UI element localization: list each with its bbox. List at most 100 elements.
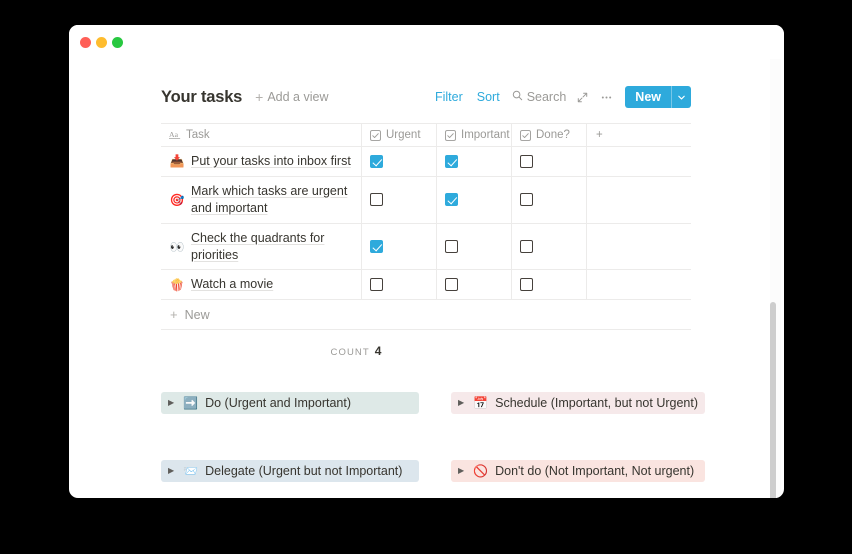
task-title: Watch a movie	[191, 277, 274, 292]
table-row[interactable]: 👀 Check the quadrants for priorities	[161, 223, 691, 271]
column-header-important[interactable]: Important	[436, 124, 511, 146]
quadrant-do[interactable]: ▶ ➡️ Do (Urgent and Important)	[161, 392, 419, 415]
task-cell[interactable]: 🍿 Watch a movie	[161, 270, 361, 299]
urgent-checkbox[interactable]	[370, 278, 383, 292]
done-checkbox[interactable]	[520, 278, 533, 292]
empty-cell	[586, 147, 691, 176]
new-row-label: New	[184, 307, 210, 322]
urgent-cell[interactable]	[361, 176, 436, 223]
done-cell[interactable]	[511, 223, 586, 270]
important-cell[interactable]	[436, 223, 511, 270]
important-cell[interactable]	[436, 147, 511, 176]
urgent-checkbox[interactable]	[370, 193, 383, 207]
urgent-checkbox[interactable]	[370, 154, 383, 168]
important-checkbox[interactable]	[445, 154, 458, 168]
new-row-button[interactable]: + New	[161, 300, 691, 331]
quadrant-list: ▶ ➡️ Do (Urgent and Important) ▶ 📅 Sched…	[161, 392, 705, 483]
column-header-important-label: Important	[461, 129, 510, 141]
done-cell[interactable]	[511, 147, 586, 176]
column-header-done[interactable]: Done?	[511, 124, 586, 146]
maximize-window-button[interactable]	[112, 37, 123, 48]
task-title: Put your tasks into inbox first	[191, 154, 351, 168]
chevron-right-icon[interactable]: ▶	[168, 467, 174, 475]
incoming-envelope-emoji: 📨	[183, 464, 199, 479]
task-table: Aa Task Urgent Important Done? + 📥 Put y…	[161, 123, 691, 358]
task-cell[interactable]: 👀 Check the quadrants for priorities	[161, 224, 361, 270]
done-checkbox[interactable]	[520, 193, 533, 207]
count-value: 4	[374, 344, 382, 359]
sort-button[interactable]: Sort	[470, 87, 507, 107]
quadrant-dont-do[interactable]: ▶ 🚫 Don't do (Not Important, Not urgent)	[451, 460, 705, 483]
page-title: Your tasks	[161, 87, 243, 106]
calendar-emoji: 📅	[473, 396, 489, 411]
view-header: Your tasks + Add a view Filter Sort Sear…	[161, 80, 691, 114]
new-dropdown-button[interactable]	[671, 86, 691, 108]
done-checkbox[interactable]	[520, 154, 533, 168]
eyes-emoji: 👀	[169, 239, 185, 254]
minimize-window-button[interactable]	[96, 37, 107, 48]
chevron-right-icon[interactable]: ▶	[458, 399, 464, 407]
search-button[interactable]: Search	[507, 87, 572, 107]
quadrant-schedule[interactable]: ▶ 📅 Schedule (Important, but not Urgent)	[451, 392, 705, 415]
more-options-icon[interactable]	[594, 89, 619, 106]
table-row[interactable]: 🎯 Mark which tasks are urgent and import…	[161, 176, 691, 224]
important-checkbox[interactable]	[445, 278, 458, 292]
app-window: Your tasks + Add a view Filter Sort Sear…	[69, 25, 784, 498]
plus-icon: +	[255, 89, 264, 105]
vertical-scrollbar-track[interactable]	[770, 59, 781, 498]
vertical-scrollbar-thumb[interactable]	[770, 302, 776, 498]
important-checkbox[interactable]	[445, 193, 458, 207]
table-header-row: Aa Task Urgent Important Done? +	[161, 124, 691, 147]
column-header-urgent-label: Urgent	[386, 129, 421, 141]
quadrant-schedule-label: Schedule (Important, but not Urgent)	[495, 396, 698, 411]
task-cell[interactable]: 🎯 Mark which tasks are urgent and import…	[161, 177, 361, 223]
close-window-button[interactable]	[80, 37, 91, 48]
search-icon	[512, 90, 527, 104]
important-cell[interactable]	[436, 176, 511, 223]
prohibited-emoji: 🚫	[473, 464, 489, 479]
svg-text:Aa: Aa	[169, 130, 179, 139]
add-column-button[interactable]: +	[586, 124, 691, 146]
filter-button[interactable]: Filter	[428, 87, 470, 107]
new-button[interactable]: New	[625, 86, 671, 108]
plus-icon: +	[170, 307, 178, 323]
empty-cell	[586, 223, 691, 270]
checkbox-icon	[370, 129, 381, 141]
task-cell[interactable]: 📥 Put your tasks into inbox first	[161, 147, 361, 176]
inbox-tray-emoji: 📥	[169, 154, 185, 169]
quadrant-delegate[interactable]: ▶ 📨 Delegate (Urgent but not Important)	[161, 460, 419, 483]
add-a-view-button[interactable]: + Add a view	[255, 89, 328, 105]
urgent-cell[interactable]	[361, 270, 436, 300]
empty-cell	[586, 176, 691, 223]
add-column-icon: +	[596, 129, 603, 141]
column-header-urgent[interactable]: Urgent	[361, 124, 436, 146]
new-button-group: New	[625, 86, 691, 108]
count-summary[interactable]: Count 4	[69, 330, 691, 358]
table-row[interactable]: 🍿 Watch a movie	[161, 270, 691, 301]
column-header-done-label: Done?	[536, 129, 570, 141]
column-header-task[interactable]: Aa Task	[161, 124, 361, 146]
expand-icon[interactable]	[571, 89, 594, 106]
done-cell[interactable]	[511, 176, 586, 223]
important-cell[interactable]	[436, 270, 511, 300]
window-titlebar	[69, 25, 784, 59]
urgent-checkbox[interactable]	[370, 240, 383, 253]
urgent-cell[interactable]	[361, 147, 436, 176]
checkbox-icon	[520, 129, 531, 141]
chevron-right-icon[interactable]: ▶	[458, 467, 464, 475]
done-cell[interactable]	[511, 270, 586, 300]
quadrant-do-label: Do (Urgent and Important)	[205, 396, 352, 411]
chevron-right-icon[interactable]: ▶	[168, 399, 174, 407]
search-label: Search	[526, 90, 567, 104]
view-toolbar: Filter Sort Search New	[428, 86, 691, 108]
done-checkbox[interactable]	[520, 240, 533, 253]
column-header-task-label: Task	[186, 129, 210, 141]
quadrant-delegate-label: Delegate (Urgent but not Important)	[205, 464, 403, 479]
task-title: Check the quadrants for priorities	[191, 230, 325, 262]
quadrant-dont-do-label: Don't do (Not Important, Not urgent)	[495, 464, 695, 479]
urgent-cell[interactable]	[361, 223, 436, 270]
count-label: Count	[330, 347, 370, 359]
important-checkbox[interactable]	[445, 240, 458, 253]
table-row[interactable]: 📥 Put your tasks into inbox first	[161, 147, 691, 177]
task-title: Mark which tasks are urgent and importan…	[191, 183, 348, 215]
